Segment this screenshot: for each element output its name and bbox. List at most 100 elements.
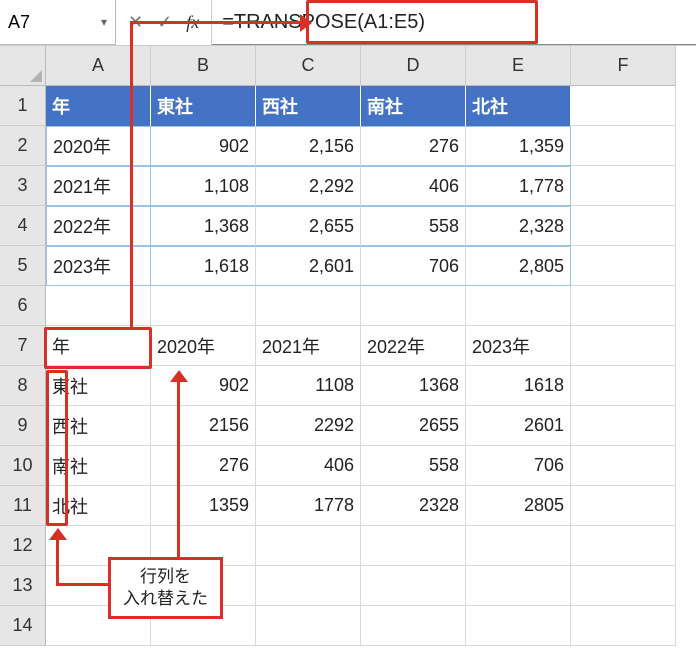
cell-B11[interactable]: 1359 [151,486,256,526]
col-header-C[interactable]: C [256,46,361,86]
cell-E9[interactable]: 2601 [466,406,571,446]
cell-F11[interactable] [571,486,676,526]
row-header-1[interactable]: 1 [0,86,46,126]
cell-E1[interactable]: 北社 [466,86,571,126]
cell-F1[interactable] [571,86,676,126]
cell-A14[interactable] [46,606,151,646]
cell-D13[interactable] [361,566,466,606]
cell-D3[interactable]: 406 [361,166,466,206]
row-header-5[interactable]: 5 [0,246,46,286]
cell-C5[interactable]: 2,601 [256,246,361,286]
cell-A13[interactable] [46,566,151,606]
cell-F9[interactable] [571,406,676,446]
cell-A7[interactable]: 年 [46,326,151,366]
row-header-3[interactable]: 3 [0,166,46,206]
cell-D10[interactable]: 558 [361,446,466,486]
cell-F6[interactable] [571,286,676,326]
row-header-11[interactable]: 11 [0,486,46,526]
cell-C2[interactable]: 2,156 [256,126,361,166]
cell-B13[interactable] [151,566,256,606]
cell-C12[interactable] [256,526,361,566]
row-header-2[interactable]: 2 [0,126,46,166]
cell-E10[interactable]: 706 [466,446,571,486]
cell-F4[interactable] [571,206,676,246]
cell-E5[interactable]: 2,805 [466,246,571,286]
cell-C13[interactable] [256,566,361,606]
cell-F2[interactable] [571,126,676,166]
cell-F10[interactable] [571,446,676,486]
cell-B1[interactable]: 東社 [151,86,256,126]
cell-C10[interactable]: 406 [256,446,361,486]
cell-F5[interactable] [571,246,676,286]
row-header-4[interactable]: 4 [0,206,46,246]
row-header-13[interactable]: 13 [0,566,46,606]
row-header-6[interactable]: 6 [0,286,46,326]
cell-C7[interactable]: 2021年 [256,326,361,366]
cell-C3[interactable]: 2,292 [256,166,361,206]
cell-A10[interactable]: 南社 [46,446,151,486]
col-header-F[interactable]: F [571,46,676,86]
cell-A12[interactable] [46,526,151,566]
cell-E14[interactable] [466,606,571,646]
cell-B4[interactable]: 1,368 [151,206,256,246]
cell-B6[interactable] [151,286,256,326]
col-header-E[interactable]: E [466,46,571,86]
cell-D7[interactable]: 2022年 [361,326,466,366]
cell-C8[interactable]: 1108 [256,366,361,406]
cell-D2[interactable]: 276 [361,126,466,166]
cell-A3[interactable]: 2021年 [46,166,151,206]
cell-E13[interactable] [466,566,571,606]
cell-B7[interactable]: 2020年 [151,326,256,366]
cell-A6[interactable] [46,286,151,326]
cell-A4[interactable]: 2022年 [46,206,151,246]
cell-C1[interactable]: 西社 [256,86,361,126]
cell-F8[interactable] [571,366,676,406]
cell-F13[interactable] [571,566,676,606]
cell-C9[interactable]: 2292 [256,406,361,446]
cell-D8[interactable]: 1368 [361,366,466,406]
chevron-down-icon[interactable]: ▾ [101,15,107,29]
row-header-14[interactable]: 14 [0,606,46,646]
cell-E12[interactable] [466,526,571,566]
row-header-9[interactable]: 9 [0,406,46,446]
cell-D9[interactable]: 2655 [361,406,466,446]
cell-A2[interactable]: 2020年 [46,126,151,166]
col-header-D[interactable]: D [361,46,466,86]
cell-B10[interactable]: 276 [151,446,256,486]
cell-A9[interactable]: 西社 [46,406,151,446]
cell-F12[interactable] [571,526,676,566]
cell-B8[interactable]: 902 [151,366,256,406]
row-header-10[interactable]: 10 [0,446,46,486]
cell-F3[interactable] [571,166,676,206]
cell-E2[interactable]: 1,359 [466,126,571,166]
cell-B5[interactable]: 1,618 [151,246,256,286]
cell-E7[interactable]: 2023年 [466,326,571,366]
cell-E11[interactable]: 2805 [466,486,571,526]
cell-B14[interactable] [151,606,256,646]
formula-input[interactable]: =TRANSPOSE(A1:E5) [212,0,696,45]
cell-C14[interactable] [256,606,361,646]
cell-F7[interactable] [571,326,676,366]
cell-A1[interactable]: 年 [46,86,151,126]
cell-C4[interactable]: 2,655 [256,206,361,246]
cell-D6[interactable] [361,286,466,326]
col-header-A[interactable]: A [46,46,151,86]
cell-E3[interactable]: 1,778 [466,166,571,206]
row-header-8[interactable]: 8 [0,366,46,406]
cell-B3[interactable]: 1,108 [151,166,256,206]
fx-icon[interactable]: fx [186,12,199,33]
cell-D12[interactable] [361,526,466,566]
name-box[interactable]: A7 ▾ [0,0,116,45]
cell-B2[interactable]: 902 [151,126,256,166]
select-all-corner[interactable] [0,46,46,86]
cell-A8[interactable]: 東社 [46,366,151,406]
cell-A5[interactable]: 2023年 [46,246,151,286]
cell-D4[interactable]: 558 [361,206,466,246]
cell-D1[interactable]: 南社 [361,86,466,126]
cell-B12[interactable] [151,526,256,566]
cell-F14[interactable] [571,606,676,646]
enter-icon[interactable]: ✓ [157,12,172,33]
cell-E8[interactable]: 1618 [466,366,571,406]
cell-A11[interactable]: 北社 [46,486,151,526]
col-header-B[interactable]: B [151,46,256,86]
